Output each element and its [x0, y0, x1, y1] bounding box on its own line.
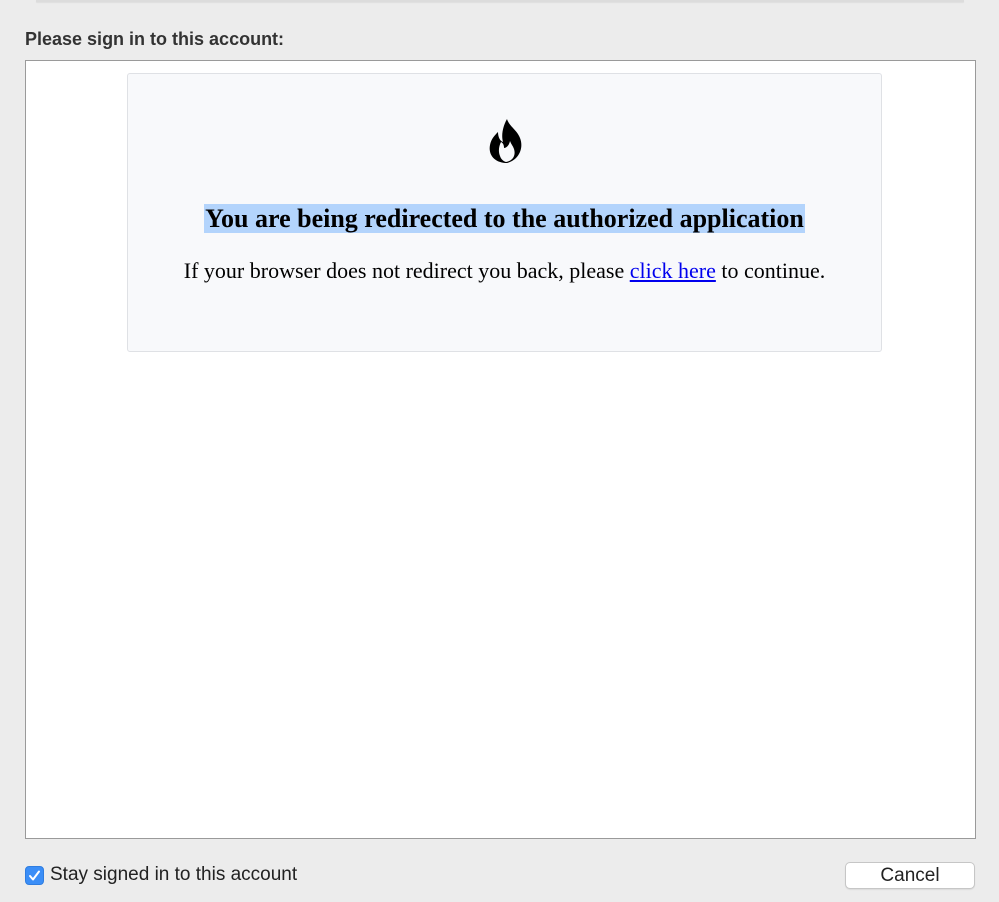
stay-signed-in-checkbox[interactable]: [25, 865, 44, 885]
redirect-message: If your browser does not redirect you ba…: [128, 258, 881, 284]
stay-signed-in-row[interactable]: Stay signed in to this account: [25, 864, 297, 886]
redirect-message-end: to continue.: [715, 258, 826, 283]
cancel-button[interactable]: Cancel: [845, 862, 975, 889]
sign-in-prompt: Please sign in to this account:: [25, 29, 285, 49]
click-here-link[interactable]: click here: [630, 258, 716, 283]
checkmark-icon: [29, 870, 40, 880]
redirect-headline: You are being redirected to the authoriz…: [204, 204, 805, 233]
web-content-view[interactable]: You are being redirected to the authoriz…: [25, 60, 976, 839]
redirect-card: You are being redirected to the authoriz…: [127, 73, 882, 352]
top-divider: [36, 0, 964, 2]
stay-signed-in-label: Stay signed in to this account: [50, 864, 298, 885]
flame-icon: [489, 119, 522, 163]
redirect-message-start: If your browser does not redirect you ba…: [183, 258, 630, 283]
